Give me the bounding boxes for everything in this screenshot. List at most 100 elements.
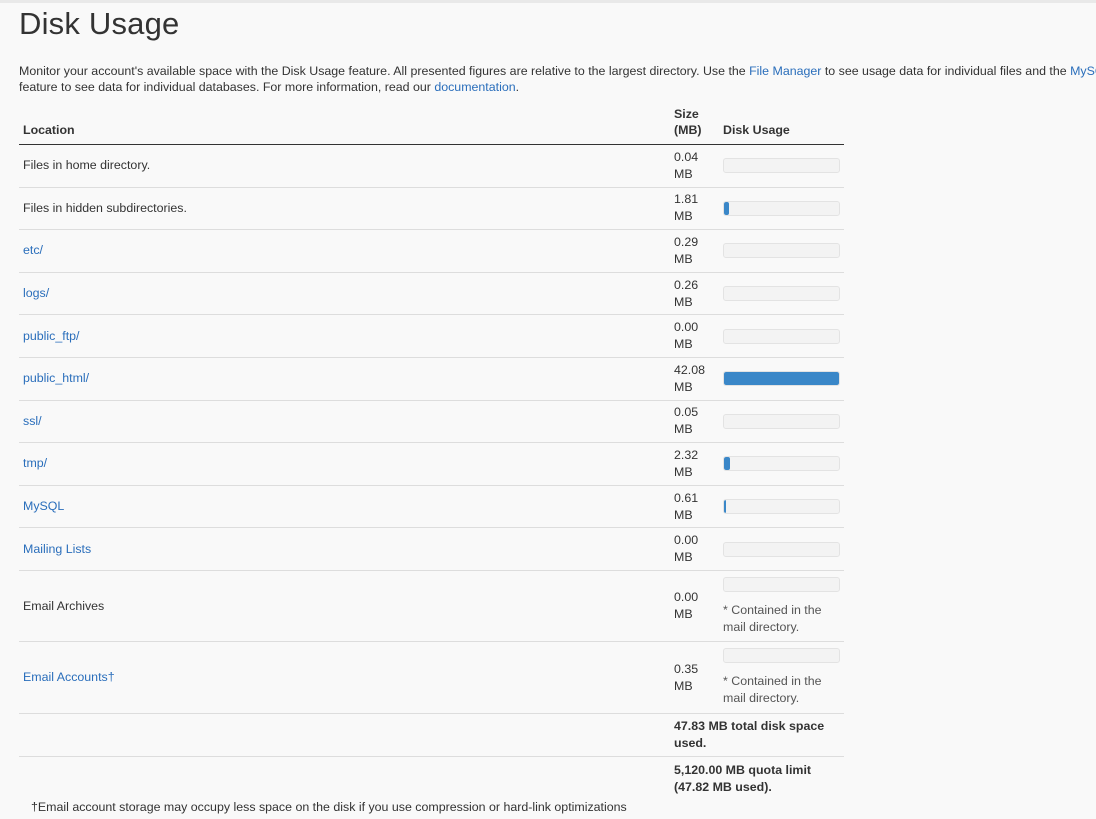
location-link[interactable]: Email Accounts† [23, 670, 115, 684]
table-row: Files in home directory. 0.04 MB [19, 144, 844, 188]
table-row: public_ftp/0.00 MB [19, 314, 844, 358]
location-cell: Email Accounts† [19, 641, 670, 714]
size-cell: 0.61 MB [670, 485, 719, 529]
size-value: 0.35 MB [674, 661, 699, 693]
size-value: 0.05 MB [674, 405, 699, 437]
intro-part-2: to see usage data for individual files a… [821, 64, 1071, 78]
size-cell: 0.00 MB [670, 570, 719, 643]
size-cell: 0.04 MB [670, 144, 719, 188]
usage-cell [719, 229, 844, 273]
location-link[interactable]: ssl/ [23, 414, 42, 428]
location-cell: public_ftp/ [19, 314, 670, 358]
location-link[interactable]: etc/ [23, 243, 43, 257]
usage-cell [719, 187, 844, 231]
usage-bar [723, 541, 840, 557]
quota-row: 5,120.00 MB quota limit (47.82 MB used). [19, 757, 844, 800]
usage-bar [723, 286, 840, 302]
size-header: Size (MB) [670, 106, 719, 145]
size-cell: 0.26 MB [670, 272, 719, 316]
location-link[interactable]: tmp/ [23, 456, 47, 470]
size-cell: 2.32 MB [670, 442, 719, 486]
usage-cell [719, 357, 844, 401]
usage-bar [723, 200, 840, 216]
location-cell: MySQL [19, 485, 670, 529]
location-link[interactable]: MySQL [23, 499, 64, 513]
location-cell: Mailing Lists [19, 527, 670, 571]
location-label: Files in hidden subdirectories. [23, 200, 187, 215]
size-value: 0.61 MB [674, 490, 699, 522]
usage-cell [719, 527, 844, 571]
usage-bar-fill [724, 500, 726, 514]
total-used: 47.83 MB total disk space used. [670, 713, 844, 758]
disk-usage-header: Disk Usage [719, 106, 844, 145]
quota-limit: 5,120.00 MB quota limit (47.82 MB used). [674, 762, 812, 794]
email-storage-footnote: †Email account storage may occupy less s… [31, 800, 627, 814]
table-row: ssl/0.05 MB [19, 400, 844, 444]
usage-cell [719, 485, 844, 529]
table-row: Mailing Lists 0.00 MB [19, 527, 844, 571]
location-cell: Files in home directory. [19, 144, 670, 188]
location-label: Files in home directory. [23, 158, 151, 173]
usage-bar [723, 371, 840, 387]
size-cell: 0.00 MB [670, 314, 719, 358]
table-row: logs/0.26 MB [19, 272, 844, 316]
usage-bar [723, 456, 840, 472]
location-cell: etc/ [19, 229, 670, 273]
page-title: Disk Usage [19, 6, 180, 41]
size-cell: 0.00 MB [670, 527, 719, 571]
location-cell: logs/ [19, 272, 670, 316]
size-value: 0.00 MB [674, 590, 699, 622]
usage-cell [719, 272, 844, 316]
size-value: 1.81 MB [674, 192, 699, 224]
table-row: tmp/2.32 MB [19, 442, 844, 486]
usage-bar-fill [724, 201, 729, 215]
location-cell: Files in hidden subdirectories. [19, 187, 670, 231]
location-link[interactable]: logs/ [23, 286, 49, 300]
usage-bar [723, 499, 840, 515]
usage-bar-fill [724, 457, 731, 471]
size-value: 0.00 MB [674, 533, 699, 565]
size-value: 2.32 MB [674, 447, 699, 479]
mail-directory-note: * Contained in the mail directory. [723, 674, 822, 706]
table-row: public_html/42.08 MB [19, 357, 844, 401]
location-link[interactable]: Mailing Lists [23, 542, 91, 556]
intro-text: Monitor your account's available space w… [19, 64, 1096, 95]
mail-directory-note: * Contained in the mail directory. [723, 602, 822, 634]
file-manager-link[interactable]: File Manager [749, 64, 821, 78]
location-cell: Email Archives [19, 570, 670, 643]
location-cell: public_html/ [19, 357, 670, 401]
size-value: 0.29 MB [674, 234, 699, 266]
usage-bar [723, 158, 840, 174]
intro-part-4: . [515, 79, 520, 94]
usage-cell [719, 314, 844, 358]
table-row: Email Accounts† 0.35 MB * Contained in the… [19, 641, 844, 714]
usage-cell: * Contained in the mail directory. [719, 641, 844, 714]
location-link[interactable]: public_html/ [23, 371, 89, 385]
usage-bar-fill [724, 372, 839, 386]
usage-bar [723, 648, 840, 664]
usage-cell [719, 400, 844, 444]
usage-cell: * Contained in the mail directory. [719, 570, 844, 643]
size-value: 0.00 MB [674, 320, 699, 352]
usage-bar [723, 243, 840, 259]
top-border [0, 0, 1096, 3]
usage-bar [723, 328, 840, 344]
disk-usage-table: Location Size (MB) Disk Usage Files in h… [19, 106, 844, 800]
usage-bar [723, 413, 840, 429]
intro-part-1: Monitor your account's available space w… [19, 64, 750, 78]
location-label: Email Archives [23, 598, 105, 613]
location-cell: tmp/ [19, 442, 670, 486]
table-row: MySQL 0.61 MB [19, 485, 844, 529]
table-row: Files in hidden subdirectories. 1.81 MB [19, 187, 844, 231]
table-row: etc/0.29 MB [19, 229, 844, 273]
location-header: Location [19, 106, 670, 145]
size-cell: 1.81 MB [670, 187, 719, 231]
documentation-link[interactable]: documentation [434, 80, 515, 94]
size-cell: 0.05 MB [670, 400, 719, 444]
location-link[interactable]: public_ftp/ [23, 329, 79, 343]
size-value: 0.26 MB [674, 277, 699, 309]
usage-cell [719, 144, 844, 188]
size-cell: 0.29 MB [670, 229, 719, 273]
mysql-link[interactable]: MySQL [1070, 64, 1096, 78]
size-value: 42.08 MB [674, 362, 706, 394]
